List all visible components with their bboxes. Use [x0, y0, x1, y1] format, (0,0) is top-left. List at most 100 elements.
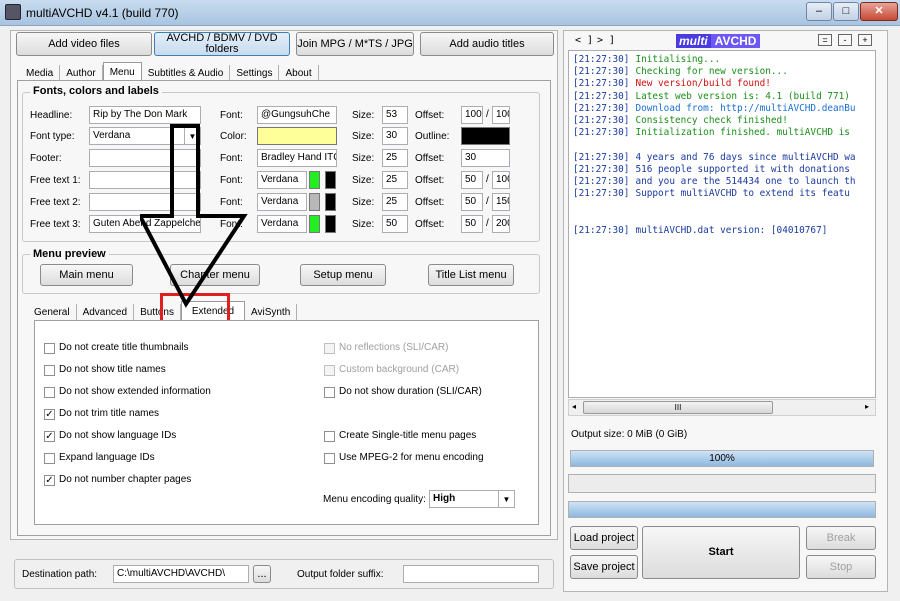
free-text-2-offset-a-input[interactable]: 50 [461, 193, 483, 211]
maximize-button[interactable]: □ [833, 2, 859, 21]
footer-label: Footer: [30, 153, 62, 164]
log-message: multiAVCHD.dat version: [04010767] [635, 224, 828, 236]
scroll-right-icon[interactable]: ▸ [865, 402, 869, 411]
output-suffix-input[interactable] [403, 565, 539, 583]
free-text-2-color-swatch[interactable] [309, 193, 320, 211]
log-message: Initialising... [635, 54, 721, 65]
free-text-3-offset-b-input[interactable]: 200 [492, 215, 510, 233]
title-list-menu-button[interactable]: Title List menu [428, 264, 514, 286]
free-text-2-font-input[interactable]: Verdana [257, 193, 307, 211]
right-option-label-1[interactable]: Custom background (CAR) [339, 364, 459, 375]
free-text-1-size-input[interactable]: 25 [382, 171, 408, 189]
log-message: New version/build found! [635, 78, 771, 90]
free-text-2-outline-swatch[interactable] [325, 193, 336, 211]
headline-label: Headline: [30, 110, 73, 121]
left-checkbox-1[interactable] [44, 365, 55, 376]
left-option-label-3[interactable]: Do not trim title names [59, 408, 159, 419]
close-button[interactable]: ✕ [860, 2, 898, 21]
left-checkbox-0[interactable] [44, 343, 55, 354]
encoding-quality-dropdown-icon[interactable]: ▼ [498, 491, 514, 507]
left-checkbox-6[interactable]: ✓ [44, 475, 55, 486]
log-view-button-1[interactable]: = [818, 34, 832, 46]
log-zoom-out-button[interactable]: - [838, 34, 852, 46]
setup-menu-button[interactable]: Setup menu [300, 264, 386, 286]
load-project-button[interactable]: Load project [570, 526, 638, 550]
right-option-label-4[interactable]: Use MPEG-2 for menu encoding [339, 452, 484, 463]
free-text-3-font-input[interactable]: Verdana [257, 215, 307, 233]
encoding-quality-label: Menu encoding quality: [323, 494, 426, 505]
headline-offset-b-input[interactable]: 100 [492, 106, 510, 124]
scroll-left-icon[interactable]: ◂ [572, 402, 576, 411]
footer-font-input[interactable]: Bradley Hand ITC [257, 149, 337, 167]
add-video-files-button[interactable]: Add video files [16, 32, 152, 56]
free-text-1-label: Free text 1: [30, 175, 81, 186]
left-option-label-0[interactable]: Do not create title thumbnails [59, 342, 189, 353]
log-nav-prev[interactable]: < ] [575, 35, 593, 46]
footer-size-input[interactable]: 25 [382, 149, 408, 167]
left-checkbox-4[interactable]: ✓ [44, 431, 55, 442]
browse-button[interactable]: ... [253, 565, 271, 583]
break-button[interactable]: Break [806, 526, 876, 550]
log-nav-next[interactable]: > ] [597, 35, 615, 46]
log-line: [21:27:30] Initialising... [569, 54, 875, 66]
free-text-1-color-swatch[interactable] [309, 171, 320, 189]
right-checkbox-2[interactable] [324, 387, 335, 398]
log-message: and you are the 514434 one to launch th [635, 175, 856, 187]
left-checkbox-2[interactable] [44, 387, 55, 398]
font-type-value: Verdana [93, 130, 131, 141]
subtab-general[interactable]: General [28, 304, 77, 321]
left-checkbox-3[interactable]: ✓ [44, 409, 55, 420]
free-text-1-outline-swatch[interactable] [325, 171, 336, 189]
left-checkbox-5[interactable] [44, 453, 55, 464]
free-text-2-size-input[interactable]: 25 [382, 193, 408, 211]
left-option-label-1[interactable]: Do not show title names [59, 364, 166, 375]
right-checkbox-1[interactable] [324, 365, 335, 376]
headline-size-input[interactable]: 53 [382, 106, 408, 124]
right-checkbox-0[interactable] [324, 343, 335, 354]
headline-offset-a-input[interactable]: 100 [461, 106, 483, 124]
free-text-1-offset-a-input[interactable]: 50 [461, 171, 483, 189]
minimize-button[interactable]: – [806, 2, 832, 21]
font-type-size-input[interactable]: 30 [382, 127, 408, 145]
outline-color-swatch[interactable] [461, 127, 510, 145]
free-text-2-offset-b-input[interactable]: 150 [492, 193, 510, 211]
free-text-3-color-swatch[interactable] [309, 215, 320, 233]
save-project-button[interactable]: Save project [570, 555, 638, 579]
scroll-thumb[interactable]: III [583, 401, 773, 414]
start-button[interactable]: Start [642, 526, 800, 579]
free-text-3-outline-swatch[interactable] [325, 215, 336, 233]
join-mpg-button[interactable]: Join MPG / M*TS / JPG [296, 32, 414, 56]
tab-menu[interactable]: Menu [102, 62, 142, 82]
right-checkbox-3[interactable] [324, 431, 335, 442]
free-text-3-offset-a-input[interactable]: 50 [461, 215, 483, 233]
main-menu-button[interactable]: Main menu [40, 264, 133, 286]
left-option-label-6[interactable]: Do not number chapter pages [59, 474, 191, 485]
left-option-label-2[interactable]: Do not show extended information [59, 386, 211, 397]
font-type-label: Font type: [30, 131, 75, 142]
left-option-label-4[interactable]: Do not show language IDs [59, 430, 176, 441]
free-text-2-label: Free text 2: [30, 197, 81, 208]
right-option-label-0[interactable]: No reflections (SLI/CAR) [339, 342, 448, 353]
log-zoom-in-button[interactable]: + [858, 34, 872, 46]
free-text-1-offset-b-input[interactable]: 100 [492, 171, 510, 189]
subtab-advanced[interactable]: Advanced [77, 304, 135, 321]
stop-button[interactable]: Stop [806, 555, 876, 579]
avchd-folders-button[interactable]: AVCHD / BDMV / DVD folders [154, 32, 290, 56]
log-output[interactable]: [21:27:30] Initialising... [21:27:30] Check… [568, 50, 876, 398]
font-color-swatch[interactable] [257, 127, 337, 145]
right-option-label-2[interactable]: Do not show duration (SLI/CAR) [339, 386, 482, 397]
headline-size-label: Size: [352, 110, 375, 121]
free-text-1-size-label: Size: [352, 175, 375, 186]
headline-font-input[interactable]: @GungsuhChe [257, 106, 337, 124]
free-text-3-size-input[interactable]: 50 [382, 215, 408, 233]
left-option-label-5[interactable]: Expand language IDs [59, 452, 155, 463]
add-audio-titles-button[interactable]: Add audio titles [420, 32, 554, 56]
destination-path-input[interactable]: C:\multiAVCHD\AVCHD\ [113, 565, 249, 583]
footer-offset-input[interactable]: 30 [461, 149, 510, 167]
logo-avchd: AVCHD [710, 34, 761, 48]
free-text-1-font-input[interactable]: Verdana [257, 171, 307, 189]
right-option-label-3[interactable]: Create Single-title menu pages [339, 430, 476, 441]
right-checkbox-4[interactable] [324, 453, 335, 464]
